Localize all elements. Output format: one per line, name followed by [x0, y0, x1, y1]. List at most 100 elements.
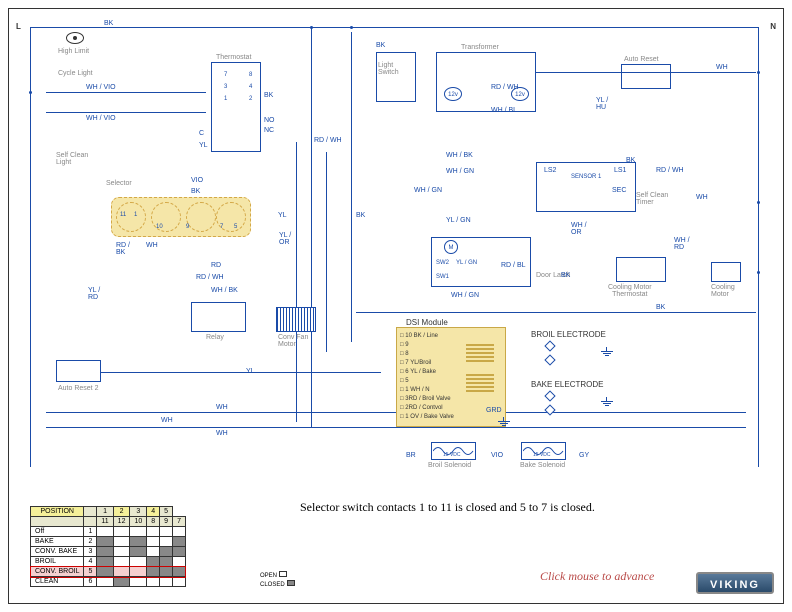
wiring-schematic: L N High Limit BK Cycle Light WH / VIO W…: [16, 12, 776, 482]
sel-pin-5: 5: [234, 224, 237, 230]
wire-br: BR: [406, 452, 416, 459]
bake-15vdc: 15 VDC: [533, 452, 551, 458]
table-row: BAKE2: [31, 537, 186, 547]
table-header-position: POSITION: [31, 507, 84, 517]
wire-wh-bk: WH / BK: [211, 287, 238, 294]
wire-rd: RD: [211, 262, 221, 269]
wire-rd-bk: RD / BK: [116, 242, 130, 256]
wire-rd-wh-sct: RD / WH: [656, 167, 684, 174]
sel-pin-9: 9: [186, 224, 189, 230]
cooling-thermo-label: Cooling Motor Thermostat: [608, 284, 652, 298]
wire-yl-or: YL / OR: [279, 232, 291, 246]
wire-bk-dsi: BK: [656, 304, 665, 311]
wire-wh-gn2: WH / GN: [414, 187, 442, 194]
viking-logo: VIKING: [696, 572, 774, 594]
relay-label: Relay: [206, 334, 224, 341]
bake-electrode-1: [544, 390, 555, 401]
auto-reset-label: Auto Reset: [624, 56, 659, 63]
thermostat-box: [211, 62, 261, 152]
sensor-label: SENSOR 1: [571, 174, 601, 180]
yl-gn-dl: YL / GN: [456, 260, 477, 266]
sw2-label: SW2: [436, 260, 449, 266]
terminal-L: L: [16, 22, 21, 31]
transformer-label: Transformer: [461, 44, 499, 51]
thermo-pin-4: 4: [249, 84, 252, 90]
wire-vio: VIO: [191, 177, 203, 184]
conv-fan-label: Conv Fan Motor: [278, 334, 308, 348]
table-row: CONV. BROIL5: [31, 567, 186, 577]
wire-bk-sct: BK: [626, 157, 635, 164]
broil-solenoid-label: Broil Solenoid: [428, 462, 471, 469]
wire-bk-sel: BK: [191, 188, 200, 195]
wire-yl-rd: YL / RD: [88, 287, 100, 301]
ground-icon-broil: [601, 347, 613, 357]
wire-c: C: [199, 130, 204, 137]
table-row: CLEAN6: [31, 577, 186, 587]
bake-solenoid-label: Bake Solenoid: [520, 462, 565, 469]
bake-electrode-label: BAKE ELECTRODE: [531, 380, 603, 389]
high-limit-label: High Limit: [58, 48, 89, 55]
wire-wh-bl: WH / BL: [491, 107, 517, 114]
thermo-pin-3: 3: [224, 84, 227, 90]
wire-bk-1: BK: [104, 20, 113, 27]
self-clean-light-label: Self Clean Light: [56, 152, 88, 166]
ls1-label: LS1: [614, 167, 626, 174]
dsi-module-label: DSI Module: [406, 318, 448, 327]
thermo-pin-1: 1: [224, 96, 227, 102]
legend-open: OPEN: [260, 571, 287, 579]
wire-wh: WH: [146, 242, 158, 249]
wire-wh-vio-1: WH / VIO: [86, 84, 116, 91]
wire-wh-b3: WH: [161, 417, 173, 424]
wire-yl-t: YL: [199, 142, 208, 149]
auto-reset-2-label: Auto Reset 2: [58, 385, 98, 392]
selector-position-table: POSITION 1 2 3 4 5 11 12 10 8 9 7 Off1BA…: [30, 506, 186, 587]
advance-text[interactable]: Click mouse to advance: [540, 569, 654, 584]
wire-grd: GRD: [486, 407, 502, 414]
wire-wh-top: WH: [716, 64, 728, 71]
dsi-bars-2: [466, 372, 494, 392]
motor-m: M: [444, 240, 458, 254]
lamp-12v-1: 12v: [444, 87, 462, 101]
wire-yl-hu: YL / HU: [596, 97, 608, 111]
sw1-label: SW1: [436, 274, 449, 280]
ground-icon-dsi: [498, 417, 510, 427]
relay-box: [191, 302, 246, 332]
wire-wh-b2: WH: [216, 430, 228, 437]
bake-electrode-2: [544, 404, 555, 415]
wire-wh-gn-dl: WH / GN: [451, 292, 479, 299]
legend-closed: CLOSED: [260, 580, 295, 588]
wire-rd-wh-mid: RD / WH: [314, 137, 342, 144]
cooling-thermo-box: [616, 257, 666, 282]
wire-yl-mid: YL: [278, 212, 287, 219]
light-switch-label: Light Switch: [378, 62, 399, 76]
wire-yl-gn: YL / GN: [446, 217, 471, 224]
wire-no: NO: [264, 117, 275, 124]
wire-bk-2: BK: [264, 92, 273, 99]
wire-wh-gn: WH / GN: [446, 168, 474, 175]
cycle-light-label: Cycle Light: [58, 70, 93, 77]
sel-pin-10: 10: [156, 224, 163, 230]
sel-pin-7: 7: [220, 224, 223, 230]
broil-electrode-2: [544, 354, 555, 365]
terminal-N: N: [770, 22, 776, 31]
broil-electrode-1: [544, 340, 555, 351]
auto-reset-box: [621, 64, 671, 89]
auto-reset-2-box: [56, 360, 101, 382]
sel-pin-1: 1: [134, 212, 137, 218]
ground-icon-bake: [601, 397, 613, 407]
wire-wh-rd-ct: WH / RD: [674, 237, 690, 251]
wire-gy: GY: [579, 452, 589, 459]
wire-wh-or: WH / OR: [571, 222, 587, 236]
dsi-pin-list: □ 10 BK / Line □ 9 □ 8 □ 7 YL/Broil □ 6 …: [400, 332, 454, 422]
light-switch-box: [376, 52, 416, 102]
transformer-box: [436, 52, 536, 112]
thermo-pin-2: 2: [249, 96, 252, 102]
wire-vio-sol: VIO: [491, 452, 503, 459]
ls2-label: LS2: [544, 167, 556, 174]
broil-15vdc: 15 VDC: [443, 452, 461, 458]
thermostat-label: Thermostat: [216, 54, 251, 61]
thermo-pin-8: 8: [249, 72, 252, 78]
wire-bk-3: BK: [376, 42, 385, 49]
dsi-bars-1: [466, 342, 494, 362]
self-clean-timer-label: Self Clean Timer: [636, 192, 668, 206]
